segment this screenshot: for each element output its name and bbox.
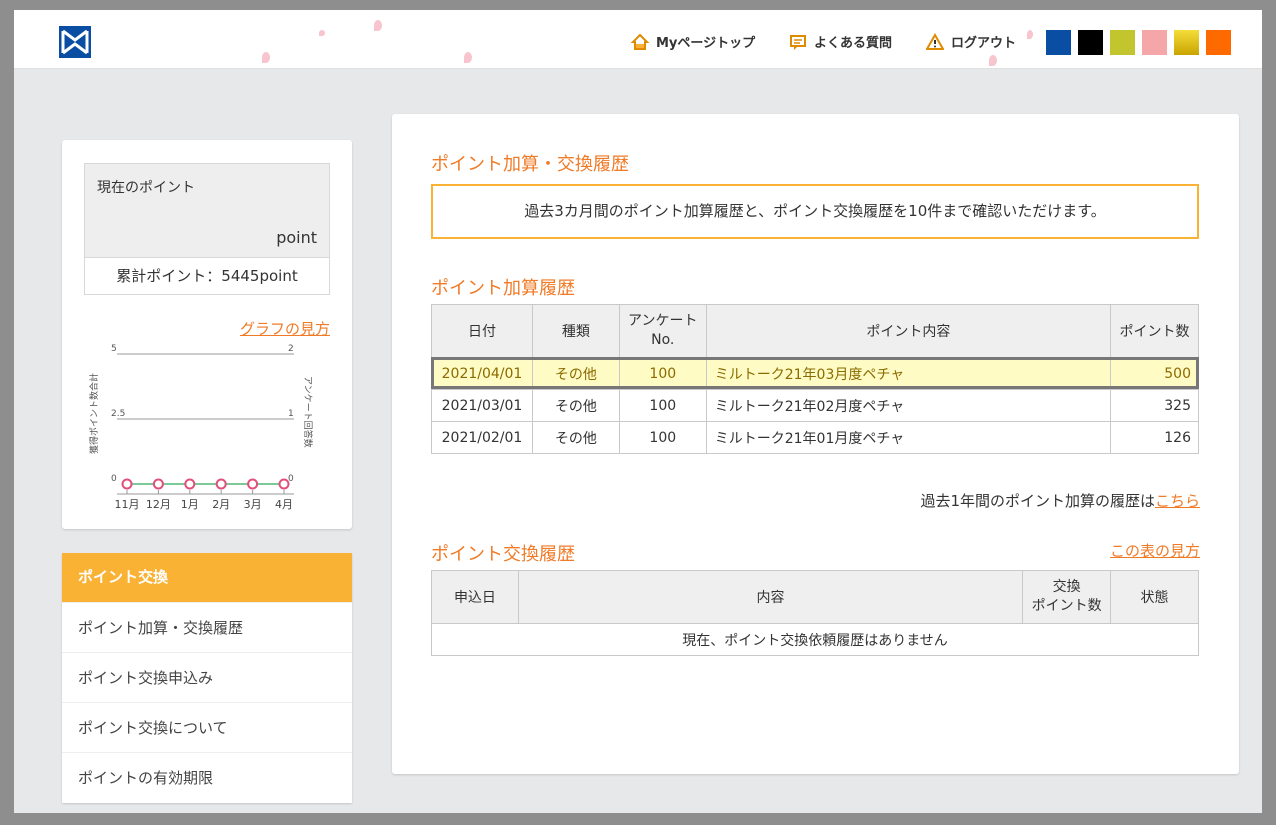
nav-label: Myページトップ bbox=[656, 36, 756, 51]
notice-box: 過去3カ月間のポイント加算履歴と、ポイント交換履歴を10件まで確認いただけます。 bbox=[431, 184, 1199, 239]
cell-survey-no: 100 bbox=[618, 357, 707, 390]
table-row: 現在、ポイント交換依頼履歴はありません bbox=[431, 623, 1199, 656]
col-survey-no: アンケート No. bbox=[618, 304, 707, 358]
cell-points: 325 bbox=[1110, 389, 1199, 422]
petal-decoration bbox=[374, 20, 382, 31]
table-help-link[interactable]: この表の見方 bbox=[1110, 540, 1200, 561]
theme-swatch-yellow[interactable] bbox=[1174, 30, 1199, 55]
y2-axis-label: アンケート回答数 bbox=[302, 376, 314, 448]
theme-swatches bbox=[1046, 30, 1231, 55]
cell-content: ミルトーク21年01月度ペチャ bbox=[705, 421, 1112, 454]
data-point bbox=[184, 478, 196, 490]
y-tick-label: 2.5 bbox=[111, 409, 125, 419]
col-type: 種類 bbox=[531, 304, 620, 358]
theme-swatch-olive[interactable] bbox=[1110, 30, 1135, 55]
cell-points: 500 bbox=[1110, 357, 1199, 390]
col-points: ポイント数 bbox=[1110, 304, 1199, 358]
cell-survey-no: 100 bbox=[618, 421, 707, 454]
x-tick-label: 11月 bbox=[115, 498, 140, 511]
x-tick-label: 12月 bbox=[146, 498, 171, 511]
cell-type: その他 bbox=[531, 421, 620, 454]
cell-type: その他 bbox=[531, 357, 620, 390]
y2-tick-label: 2 bbox=[288, 344, 294, 354]
col-content: ポイント内容 bbox=[705, 304, 1112, 358]
petal-decoration bbox=[989, 55, 997, 66]
point-menu: ポイント交換 ポイント加算・交換履歴 ポイント交換申込み ポイント交換について … bbox=[62, 553, 352, 803]
current-points-label: 現在のポイント bbox=[97, 180, 195, 196]
y-axis-label: 獲得ポイント数合計 bbox=[88, 373, 100, 454]
data-point bbox=[152, 478, 164, 490]
exchange-history-title: ポイント交換履歴 bbox=[431, 544, 575, 565]
nav-logout[interactable]: ログアウト bbox=[926, 32, 1016, 51]
petal-decoration bbox=[319, 30, 325, 36]
data-point bbox=[121, 478, 133, 490]
data-point bbox=[247, 478, 259, 490]
y2-tick-label: 1 bbox=[288, 409, 294, 419]
cell-survey-no: 100 bbox=[618, 389, 707, 422]
warning-icon bbox=[926, 32, 944, 50]
menu-item-history[interactable]: ポイント加算・交換履歴 bbox=[62, 602, 352, 652]
current-points-panel: 現在のポイント point bbox=[85, 164, 329, 258]
menu-item-about[interactable]: ポイント交換について bbox=[62, 702, 352, 752]
current-points-box: 現在のポイント point 累計ポイント：5445point bbox=[84, 163, 330, 295]
theme-swatch-pink[interactable] bbox=[1142, 30, 1167, 55]
page-frame: Myページトップ よくある質問 ログアウト 現在のポイント point 累計ポイ… bbox=[0, 0, 1276, 825]
more-history: 過去1年間のポイント加算の履歴はこちら bbox=[920, 490, 1200, 511]
add-history-title: ポイント加算履歴 bbox=[431, 278, 575, 299]
home-icon bbox=[631, 33, 649, 50]
cell-date: 2021/02/01 bbox=[431, 421, 533, 454]
cell-type: その他 bbox=[531, 389, 620, 422]
add-history-table: 日付 種類 アンケート No. ポイント内容 ポイント数 2021/04/01 … bbox=[431, 304, 1199, 454]
header: Myページトップ よくある質問 ログアウト bbox=[14, 10, 1262, 69]
menu-item-apply[interactable]: ポイント交換申込み bbox=[62, 652, 352, 702]
col-date: 日付 bbox=[431, 304, 533, 358]
logo-icon[interactable] bbox=[59, 26, 91, 58]
cell-content: ミルトーク21年03月度ペチャ bbox=[705, 357, 1112, 390]
nav-label: ログアウト bbox=[951, 36, 1017, 51]
table-row: 2021/02/01 その他 100 ミルトーク21年01月度ペチャ 126 bbox=[431, 421, 1199, 454]
x-tick-label: 1月 bbox=[181, 498, 199, 511]
total-points: 累計ポイント：5445point bbox=[116, 267, 298, 285]
menu-header: ポイント交換 bbox=[62, 553, 352, 602]
x-tick-label: 2月 bbox=[212, 498, 230, 511]
empty-message: 現在、ポイント交換依頼履歴はありません bbox=[431, 623, 1199, 656]
x-tick-label: 4月 bbox=[275, 498, 293, 511]
col-status: 状態 bbox=[1110, 570, 1199, 624]
petal-decoration bbox=[262, 52, 270, 63]
points-unit: point bbox=[276, 228, 317, 247]
col-exchange-points: 交換 ポイント数 bbox=[1022, 570, 1112, 624]
data-point bbox=[215, 478, 227, 490]
theme-swatch-blue[interactable] bbox=[1046, 30, 1071, 55]
cell-date: 2021/04/01 bbox=[431, 357, 533, 390]
cell-date: 2021/03/01 bbox=[431, 389, 533, 422]
theme-swatch-black[interactable] bbox=[1078, 30, 1103, 55]
nav-faq[interactable]: よくある質問 bbox=[789, 32, 892, 51]
more-history-text: 過去1年間のポイント加算の履歴は bbox=[920, 492, 1155, 510]
col-apply-date: 申込日 bbox=[431, 570, 519, 624]
points-chart: 52.50210獲得ポイント数合計 アンケート回答数11月 12月 1月 2月 3月 4月 bbox=[88, 344, 314, 511]
cell-points: 126 bbox=[1110, 421, 1199, 454]
page-title: ポイント加算・交換履歴 bbox=[431, 154, 629, 175]
theme-swatch-orange[interactable] bbox=[1206, 30, 1231, 55]
points-card: 現在のポイント point 累計ポイント：5445point グラフの見方 52… bbox=[62, 140, 352, 529]
cell-content: ミルトーク21年02月度ペチャ bbox=[705, 389, 1112, 422]
petal-decoration bbox=[464, 52, 472, 63]
exchange-history-table: 申込日 内容 交換 ポイント数 状態 現在、ポイント交換依頼履歴はありません bbox=[431, 570, 1199, 656]
table-row: 2021/04/01 その他 100 ミルトーク21年03月度ペチャ 500 bbox=[431, 357, 1199, 390]
x-tick-label: 3月 bbox=[244, 498, 262, 511]
data-point bbox=[278, 478, 290, 490]
y-tick-label: 5 bbox=[111, 344, 117, 354]
y-tick-label: 0 bbox=[111, 474, 117, 484]
menu-item-expiry[interactable]: ポイントの有効期限 bbox=[62, 752, 352, 802]
faq-icon bbox=[790, 34, 806, 50]
nav-mypage-top[interactable]: Myページトップ bbox=[631, 32, 755, 51]
nav-label: よくある質問 bbox=[814, 36, 893, 51]
more-history-link[interactable]: こちら bbox=[1155, 492, 1200, 510]
main-content: ポイント加算・交換履歴 過去3カ月間のポイント加算履歴と、ポイント交換履歴を10… bbox=[392, 114, 1239, 774]
col-content: 内容 bbox=[517, 570, 1024, 624]
petal-decoration bbox=[1027, 30, 1033, 39]
table-row: 2021/03/01 その他 100 ミルトーク21年02月度ペチャ 325 bbox=[431, 389, 1199, 422]
